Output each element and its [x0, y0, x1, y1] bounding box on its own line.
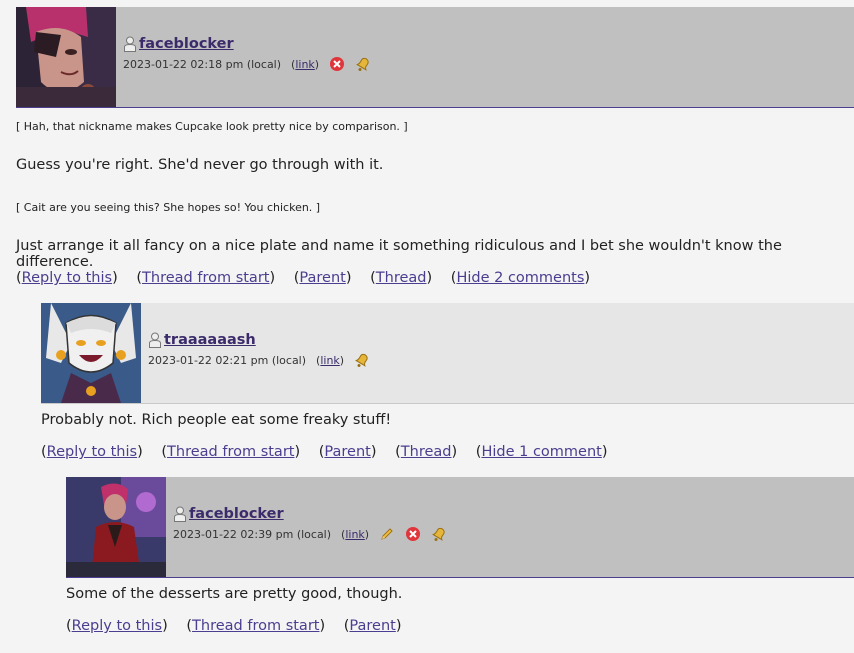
user-icon [149, 332, 161, 348]
permalink: (link) [341, 527, 370, 541]
quoted-text: [ Hah, that nickname makes Cupcake look … [16, 120, 408, 133]
comment-text: Probably not. Rich people eat some freak… [41, 412, 392, 428]
permalink-link[interactable]: link [295, 58, 314, 71]
comment-datetime: 2023-01-22 02:18 pm (local) [123, 57, 282, 71]
quoted-text: [ Cait are you seeing this? She hopes so… [16, 201, 321, 214]
hide-comments-link[interactable]: Hide 1 comment [481, 444, 601, 460]
user-icon [174, 506, 186, 522]
avatar[interactable] [41, 303, 141, 403]
thread-from-start-link[interactable]: Thread from start [167, 444, 294, 460]
thread-from-start-link[interactable]: Thread from start [192, 618, 319, 634]
reply-link[interactable]: Reply to this [72, 618, 162, 634]
avatar-image [66, 477, 166, 577]
avatar[interactable] [66, 477, 166, 577]
parent-link[interactable]: Parent [349, 618, 395, 634]
permalink: (link) [316, 353, 345, 367]
delete-icon[interactable] [329, 56, 345, 72]
comment-actions: (Reply to this) (Thread from start) (Par… [66, 618, 402, 634]
username-link[interactable]: traaaaaash [164, 332, 256, 348]
comment-actions: (Reply to this) (Thread from start) (Par… [41, 444, 608, 460]
parent-link[interactable]: Parent [324, 444, 370, 460]
track-bell-icon[interactable] [431, 526, 447, 542]
comment-actions: (Reply to this) (Thread from start) (Par… [16, 270, 591, 286]
comment-header: faceblocker 2023-01-22 02:39 pm (local) … [66, 477, 854, 578]
avatar[interactable] [16, 7, 116, 107]
username-link[interactable]: faceblocker [139, 36, 234, 52]
user-icon [124, 36, 136, 52]
track-bell-icon[interactable] [354, 352, 370, 368]
username-link[interactable]: faceblocker [189, 506, 284, 522]
comment-datetime: 2023-01-22 02:21 pm (local) [148, 353, 307, 367]
edit-icon[interactable] [379, 526, 395, 542]
thread-link[interactable]: Thread [401, 444, 452, 460]
reply-link[interactable]: Reply to this [47, 444, 137, 460]
avatar-image [41, 303, 141, 403]
delete-icon[interactable] [405, 526, 421, 542]
thread-from-start-link[interactable]: Thread from start [142, 270, 269, 286]
permalink-link[interactable]: link [345, 528, 364, 541]
permalink: (link) [291, 57, 320, 71]
thread-link[interactable]: Thread [376, 270, 427, 286]
comment-datetime: 2023-01-22 02:39 pm (local) [173, 527, 332, 541]
comment-header: traaaaaash 2023-01-22 02:21 pm (local) (… [41, 303, 854, 404]
parent-link[interactable]: Parent [299, 270, 345, 286]
track-bell-icon[interactable] [355, 56, 371, 72]
hide-comments-link[interactable]: Hide 2 comments [456, 270, 584, 286]
avatar-image [16, 7, 116, 107]
comment-text: Just arrange it all fancy on a nice plat… [16, 238, 782, 270]
comment-text: Some of the desserts are pretty good, th… [66, 586, 403, 602]
permalink-link[interactable]: link [320, 354, 339, 367]
reply-link[interactable]: Reply to this [22, 270, 112, 286]
comment-header: faceblocker 2023-01-22 02:18 pm (local) … [16, 7, 854, 108]
comment-text: Guess you're right. She'd never go throu… [16, 157, 384, 173]
